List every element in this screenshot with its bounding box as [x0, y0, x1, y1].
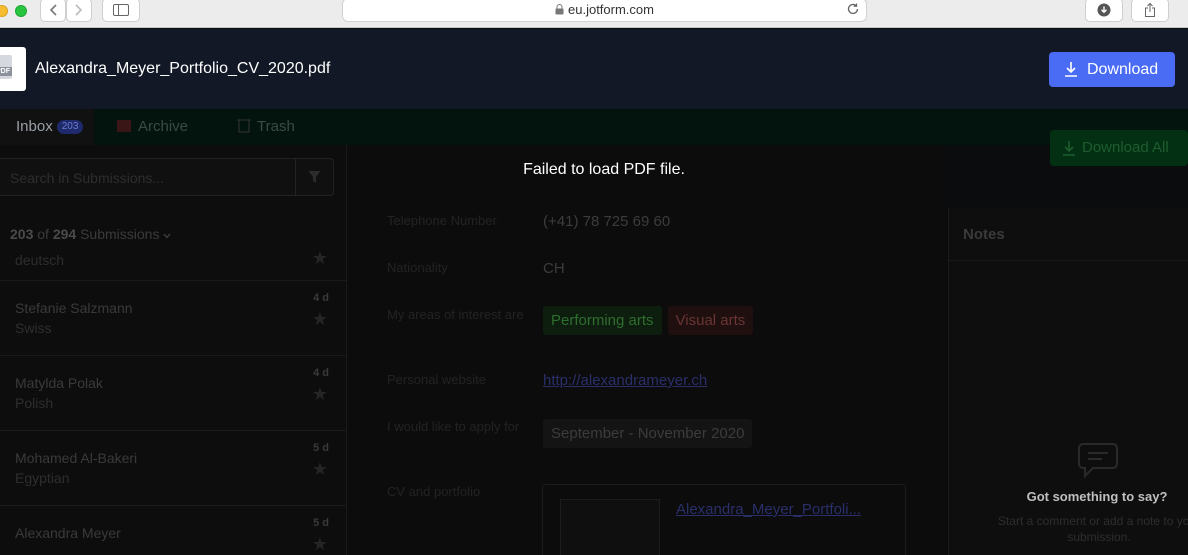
field-value-interest: Performing arts Visual arts — [543, 306, 759, 335]
archive-icon — [117, 120, 131, 132]
attachment-file-link[interactable]: Alexandra_Meyer_Portfoli... — [676, 501, 861, 518]
sidebar-icon — [113, 4, 129, 16]
reload-icon[interactable] — [846, 2, 860, 16]
pdf-viewer-header: PDF Alexandra_Meyer_Portfolio_CV_2020.pd… — [0, 29, 1188, 109]
downloads-button[interactable] — [1085, 0, 1123, 22]
tab-archive-label: Archive — [138, 118, 189, 135]
notes-empty-title: Got something to say? — [1026, 489, 1168, 504]
field-label-phone: Telephone Number — [387, 213, 497, 228]
download-circle-icon — [1097, 3, 1111, 17]
list-item[interactable]: Alexandra Meyer 5 d ★ — [0, 505, 347, 555]
field-label-interest: My areas of interest are — [387, 307, 524, 322]
star-icon[interactable]: ★ — [312, 309, 328, 330]
website-link[interactable]: http://alexandrameyer.ch — [543, 372, 707, 389]
star-icon[interactable]: ★ — [312, 459, 328, 480]
submissions-sidebar: Search in Submissions... 203 of 294 Subm… — [0, 145, 347, 555]
download-button-label: Download — [1087, 61, 1159, 78]
star-icon[interactable]: ★ — [312, 534, 328, 555]
list-item-age: 5 d — [313, 517, 329, 529]
submission-count-shown: 203 — [10, 226, 34, 242]
share-icon — [1145, 2, 1155, 17]
download-icon — [1065, 62, 1077, 77]
list-item-sub: Polish — [15, 395, 54, 411]
list-item-age: 5 d — [313, 442, 329, 454]
list-item-sub: Egyptian — [15, 470, 70, 486]
tab-trash[interactable]: Trash — [237, 109, 295, 145]
tab-trash-label: Trash — [257, 118, 295, 135]
list-item-name: Alexandra Meyer — [15, 525, 121, 541]
submission-count-of: of — [37, 226, 49, 242]
pdf-file-badge: PDF — [0, 67, 12, 76]
pdf-file-name: Alexandra_Meyer_Portfolio_CV_2020.pdf — [35, 60, 331, 77]
minimize-window-button[interactable] — [0, 5, 8, 17]
field-label-website: Personal website — [387, 372, 486, 387]
attachment-thumbnail — [560, 499, 660, 555]
cv-attachment[interactable]: Alexandra_Meyer_Portfoli... — [542, 484, 906, 555]
field-value-phone: (+41) 78 725 69 60 — [543, 213, 671, 230]
share-button[interactable] — [1131, 0, 1169, 22]
download-button[interactable]: Download — [1049, 52, 1175, 87]
download-icon — [1063, 141, 1075, 156]
star-icon[interactable]: ★ — [312, 384, 328, 405]
interest-tag: Performing arts — [543, 306, 662, 335]
tab-archive[interactable]: Archive — [116, 109, 188, 145]
notes-divider — [949, 260, 1188, 261]
pdf-file-icon: PDF — [0, 47, 26, 91]
submission-count-suffix: Submissions — [80, 226, 160, 242]
list-item-sub: Swiss — [15, 320, 52, 336]
forward-button[interactable] — [66, 0, 92, 22]
submission-count[interactable]: 203 of 294 Submissions — [10, 226, 171, 242]
pdf-load-error: Failed to load PDF file. — [523, 161, 685, 178]
field-label-nationality: Nationality — [387, 260, 448, 275]
inbox-tabs: Inbox 203 Archive Trash — [0, 109, 1188, 145]
inbox-count-badge: 203 — [56, 120, 84, 134]
lock-icon — [555, 4, 564, 15]
list-item-partial-sub: deutsch — [15, 252, 65, 268]
interest-tag: Visual arts — [667, 306, 754, 335]
star-icon[interactable]: ★ — [312, 248, 328, 269]
notes-title: Notes — [963, 226, 1005, 243]
list-item[interactable]: Stefanie Salzmann Swiss 4 d ★ — [0, 280, 347, 355]
notes-panel: Notes Got something to say? Start a comm… — [948, 208, 1188, 555]
zoom-window-button[interactable] — [15, 5, 27, 17]
tab-inbox[interactable]: Inbox 203 — [0, 109, 94, 145]
download-all-label: Download All — [1082, 139, 1169, 156]
list-item[interactable]: Mohamed Al-Bakeri Egyptian 5 d ★ — [0, 430, 347, 505]
back-button[interactable] — [40, 0, 66, 22]
notes-empty-text: Start a comment or add a note to your su… — [997, 514, 1188, 544]
field-value-apply: September - November 2020 — [543, 419, 753, 448]
address-bar[interactable]: eu.jotform.com — [342, 0, 867, 22]
chat-bubble-icon — [1078, 443, 1118, 479]
field-label-apply: I would like to apply for — [387, 419, 520, 434]
list-item-age: 4 d — [313, 292, 329, 304]
list-item[interactable]: Matylda Polak Polish 4 d ★ — [0, 355, 347, 430]
chevron-down-icon — [163, 233, 171, 239]
trash-icon — [237, 119, 251, 133]
field-label-cv: CV and portfolio — [387, 484, 481, 499]
chevron-right-icon — [75, 4, 83, 16]
list-item-age: 4 d — [313, 367, 329, 379]
list-item-name: Mohamed Al-Bakeri — [15, 450, 138, 466]
browser-toolbar: eu.jotform.com — [0, 0, 1188, 28]
list-item-name: Matylda Polak — [15, 375, 103, 391]
sidebar-toggle-button[interactable] — [102, 0, 140, 22]
tab-inbox-label: Inbox — [16, 118, 53, 135]
url-text: eu.jotform.com — [568, 2, 654, 17]
field-value-nationality: CH — [543, 260, 565, 277]
list-item-name: Stefanie Salzmann — [15, 300, 133, 316]
submission-count-total: 294 — [52, 226, 77, 242]
chevron-left-icon — [49, 4, 57, 16]
